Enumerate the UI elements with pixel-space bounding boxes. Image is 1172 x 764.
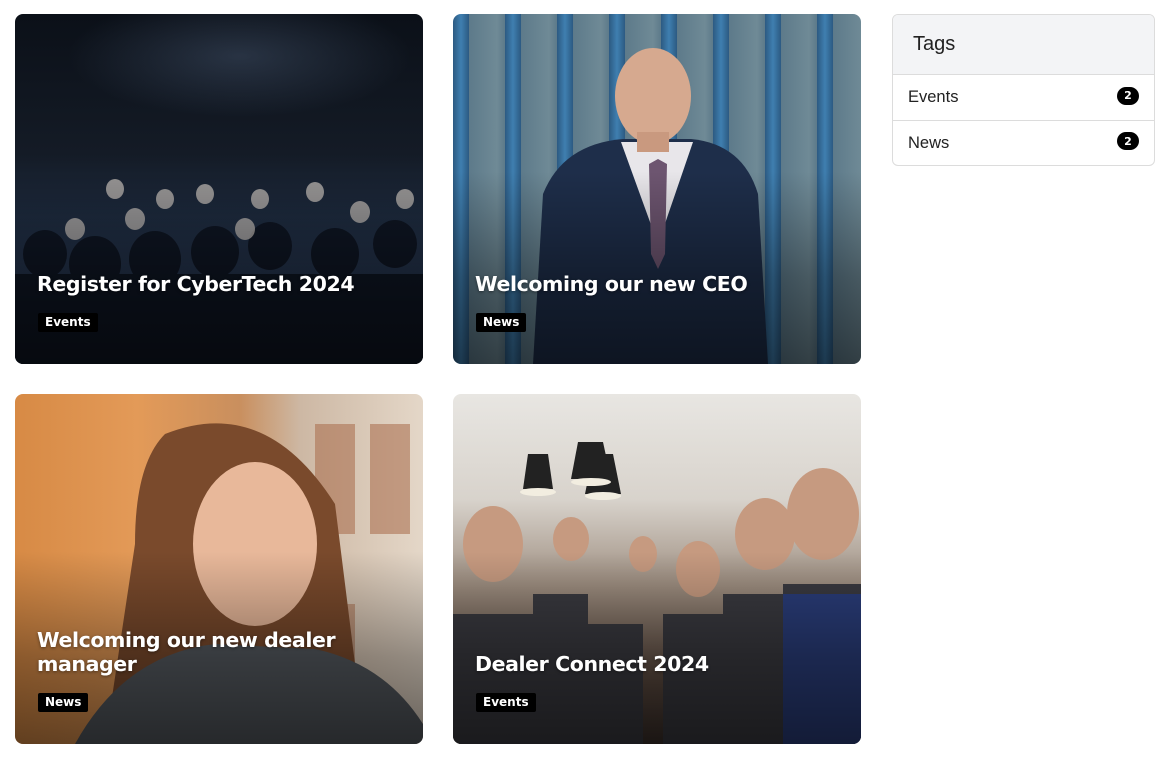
card-title[interactable]: Welcoming our new CEO — [475, 272, 839, 296]
card-tag-badge[interactable]: News — [38, 693, 89, 712]
card-tag-badge[interactable]: News — [476, 313, 527, 332]
card-title[interactable]: Register for CyberTech 2024 — [37, 272, 401, 296]
post-card-dealer-connect[interactable]: Dealer Connect 2024 Events — [453, 394, 861, 744]
tag-count-badge: 2 — [1117, 132, 1139, 150]
tag-label: Events — [908, 88, 959, 106]
card-title[interactable]: Dealer Connect 2024 — [475, 652, 839, 676]
card-title[interactable]: Welcoming our new dealer manager — [37, 628, 401, 676]
tags-panel: Tags Events 2 News 2 — [892, 14, 1155, 166]
card-tag-badge[interactable]: Events — [476, 693, 536, 712]
tag-label: News — [908, 133, 950, 152]
post-card-dealer-manager[interactable]: Welcoming our new dealer manager News — [15, 394, 423, 744]
post-card-new-ceo[interactable]: Welcoming our new CEO News — [453, 14, 861, 364]
tag-filter-news[interactable]: News 2 — [893, 120, 1154, 165]
card-tag-badge[interactable]: Events — [38, 313, 98, 332]
tag-count-badge: 2 — [1117, 86, 1139, 105]
post-card-cybertech[interactable]: Register for CyberTech 2024 Events — [15, 14, 423, 364]
tag-filter-events[interactable]: Events 2 — [893, 75, 1154, 120]
tags-heading: Tags — [893, 15, 1154, 75]
